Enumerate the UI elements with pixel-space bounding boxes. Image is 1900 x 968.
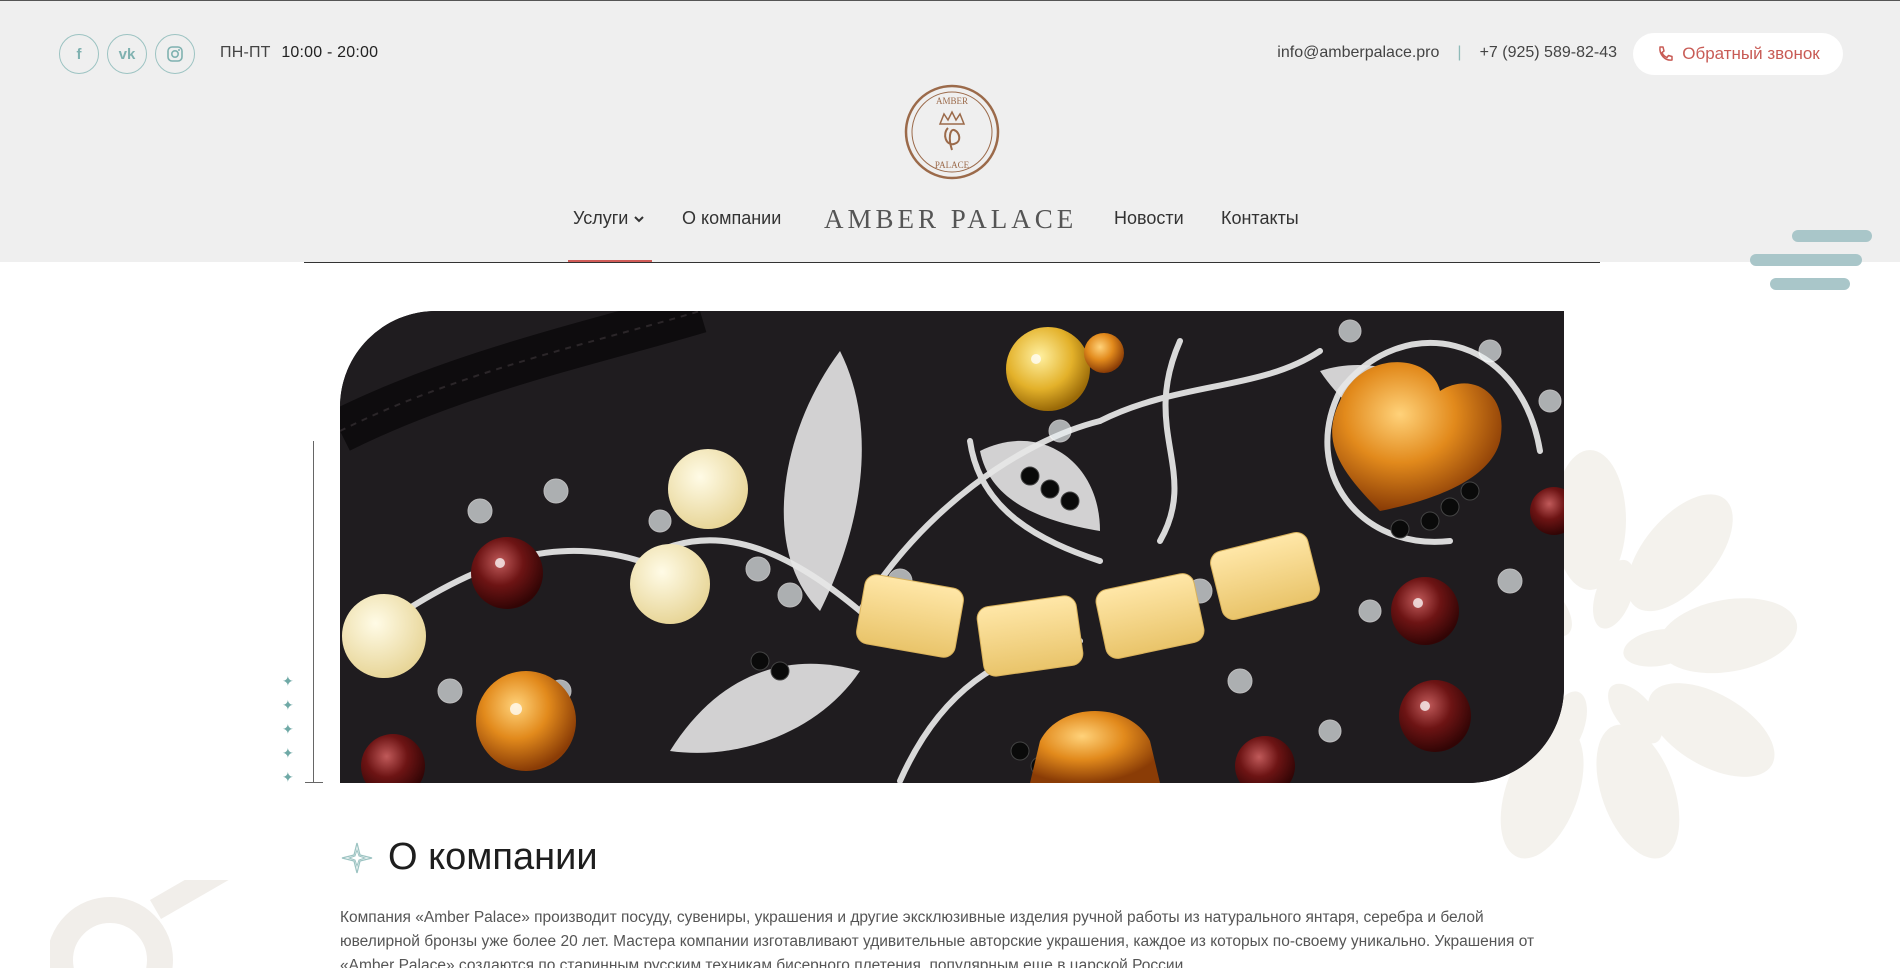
facebook-icon[interactable]: f <box>59 34 99 74</box>
header-contacts: info@amberpalace.pro | +7 (925) 589-82-4… <box>1277 44 1617 62</box>
svg-text:AMBER: AMBER <box>936 96 968 106</box>
sparkle-icon: ✦ <box>282 697 294 713</box>
hero-side-line <box>313 441 314 782</box>
phone-icon <box>1659 46 1673 61</box>
amber-palace-logo[interactable]: AMBER PALACE <box>904 84 1000 180</box>
contacts-separator: | <box>1457 44 1462 61</box>
key-decoration <box>50 880 250 968</box>
sparkle-icon: ✦ <box>282 673 294 689</box>
about-heading: О компании <box>388 836 598 878</box>
sparkle-icon: ✦ <box>282 721 294 737</box>
sparkle-decoration: ✦ ✦ ✦ ✦ ✦ <box>282 673 294 785</box>
hero-side-tick <box>305 782 323 783</box>
cloud-decoration <box>1750 230 1872 290</box>
working-hours: ПН-ПТ 10:00 - 20:00 <box>220 44 378 62</box>
sparkle-icon: ✦ <box>282 769 294 785</box>
about-text: Компания «Amber Palace» производит посуд… <box>340 909 1535 968</box>
amber-embroidery-image <box>340 311 1564 783</box>
callback-button[interactable]: Обратный звонок <box>1633 33 1843 75</box>
social-links: f vk <box>59 34 195 74</box>
chevron-down-icon <box>634 216 645 223</box>
email-link[interactable]: info@amberpalace.pro <box>1277 44 1439 62</box>
header-divider <box>304 262 1600 263</box>
sparkle-outline-icon <box>341 842 373 873</box>
about-section-title: О компании <box>340 836 598 879</box>
phone-link[interactable]: +7 (925) 589-82-43 <box>1480 44 1617 62</box>
brand-wordmark[interactable]: AMBER PALACE <box>824 204 1077 235</box>
sparkle-icon: ✦ <box>282 745 294 761</box>
nav-item-services-label: Услуги <box>573 208 629 228</box>
working-time: 10:00 - 20:00 <box>281 44 379 61</box>
nav-item-contacts[interactable]: Контакты <box>1221 208 1299 229</box>
vk-icon[interactable]: vk <box>107 34 147 74</box>
nav-item-news[interactable]: Новости <box>1114 208 1184 229</box>
hero-image <box>340 311 1564 783</box>
nav-item-services[interactable]: Услуги <box>573 208 645 229</box>
callback-label: Обратный звонок <box>1682 44 1820 63</box>
main-nav: Услуги О компании AMBER PALACE Новости К… <box>0 204 1900 263</box>
nav-item-about[interactable]: О компании <box>682 208 781 229</box>
working-days: ПН-ПТ <box>220 44 271 61</box>
instagram-icon[interactable] <box>155 34 195 74</box>
svg-text:PALACE: PALACE <box>935 160 970 170</box>
